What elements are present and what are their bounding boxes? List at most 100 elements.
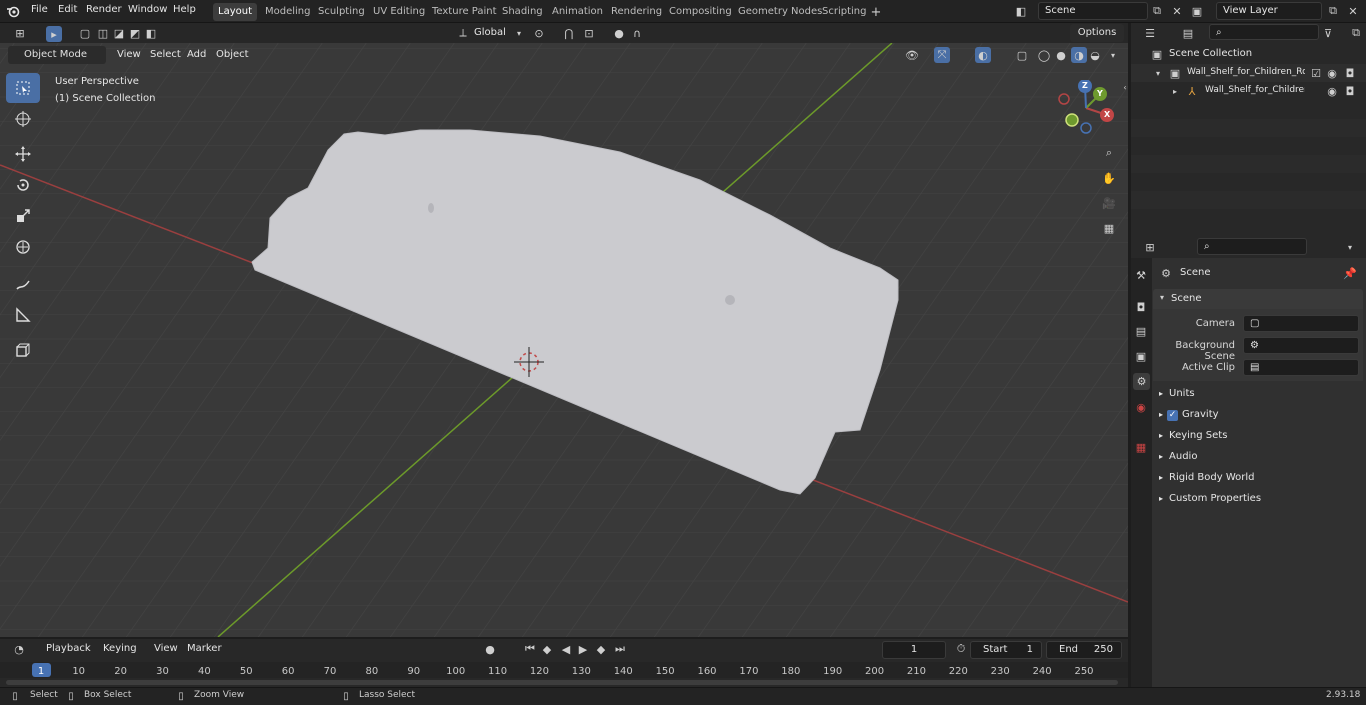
sidebar-toggle-icon[interactable]: ‹	[1118, 80, 1132, 94]
display-mode-icon[interactable]: ▤	[1181, 26, 1195, 40]
output-tab-icon[interactable]: ▤	[1134, 324, 1148, 338]
options-button[interactable]: Options	[1070, 24, 1124, 42]
visibility-icon[interactable]: 👁	[905, 48, 919, 62]
tab-layout[interactable]: Layout	[213, 3, 257, 21]
timeline-menu-playback[interactable]: Playback	[46, 643, 91, 654]
view-layer-icon[interactable]: ▣	[1190, 4, 1204, 18]
menu-file[interactable]: File	[31, 4, 48, 15]
editor-type-icon[interactable]: ⊞	[13, 26, 27, 40]
viewport-menu-select[interactable]: Select	[150, 49, 181, 60]
menu-window[interactable]: Window	[128, 4, 167, 15]
rotate-tool[interactable]	[6, 170, 40, 200]
tab-compositing[interactable]: Compositing	[664, 3, 737, 21]
transform-orientation-icon[interactable]: ⟂	[456, 26, 470, 40]
add-cube-tool[interactable]	[6, 335, 40, 365]
menu-render[interactable]: Render	[86, 4, 122, 15]
properties-options-icon[interactable]: ▾	[1343, 240, 1357, 254]
scene-panel-header[interactable]: ▾ Scene	[1153, 289, 1363, 309]
timeline-editor-type-icon[interactable]: ◔	[12, 642, 26, 656]
view-layer-field[interactable]: View Layer	[1216, 2, 1322, 20]
object-mode-dropdown[interactable]: Object Mode	[8, 46, 106, 64]
overlays-icon[interactable]: ◐	[975, 47, 991, 63]
zoom-icon[interactable]: ⌕	[1100, 144, 1118, 162]
menu-edit[interactable]: Edit	[58, 4, 77, 15]
tab-texture-paint[interactable]: Texture Paint	[427, 3, 502, 21]
render-tab-icon[interactable]: ◘	[1134, 300, 1148, 314]
blender-logo-icon[interactable]	[6, 4, 20, 18]
filter-icon[interactable]: ⊽	[1321, 26, 1335, 40]
mode-subtract-icon[interactable]: ◪	[112, 26, 126, 40]
pivot-point-icon[interactable]: ⊙	[532, 26, 546, 40]
select-box-tool[interactable]	[6, 73, 40, 103]
chevron-down-icon[interactable]: ▾	[512, 26, 526, 40]
navigation-gizmo[interactable]: X Y Z	[1058, 79, 1118, 140]
new-collection-icon[interactable]: ⧉	[1349, 26, 1363, 40]
pan-hand-icon[interactable]: ✋	[1100, 169, 1118, 187]
properties-search-input[interactable]: ⌕	[1197, 238, 1307, 255]
active-clip-field[interactable]: ▤	[1243, 359, 1359, 376]
texture-tab-icon[interactable]: ▦	[1134, 440, 1148, 454]
view-layer-tab-icon[interactable]: ▣	[1134, 349, 1148, 363]
scene-icon[interactable]: ◧	[1014, 4, 1028, 18]
xray-icon[interactable]: ▢	[1015, 48, 1029, 62]
tab-rendering[interactable]: Rendering	[606, 3, 667, 21]
background-scene-field[interactable]: ⚙	[1243, 337, 1359, 354]
new-scene-icon[interactable]: ⧉	[1150, 4, 1164, 18]
outliner-row-object[interactable]: ▸ ⅄ Wall_Shelf_for_Children_I ◉ ◘	[1131, 82, 1366, 100]
outliner-search-input[interactable]: ⌕	[1209, 24, 1319, 40]
outliner-row-scene-collection[interactable]: ▣ Scene Collection	[1131, 45, 1366, 63]
viewport-menu-view[interactable]: View	[117, 49, 141, 60]
jump-end-icon[interactable]: ⏭	[613, 642, 627, 656]
tab-scripting[interactable]: Scripting	[817, 3, 871, 21]
eye-icon[interactable]: ◉	[1325, 66, 1339, 80]
perspective-toggle-icon[interactable]: ▦	[1100, 219, 1118, 237]
stopwatch-icon[interactable]: ⏱	[954, 642, 968, 656]
audio-panel[interactable]: ▸ Audio	[1153, 447, 1363, 466]
jump-start-icon[interactable]: ⏮	[523, 642, 537, 656]
snap-target-icon[interactable]: ⊡	[582, 26, 596, 40]
camera-render-icon[interactable]: ◘	[1343, 66, 1357, 80]
tab-modeling[interactable]: Modeling	[260, 3, 316, 21]
delete-scene-icon[interactable]: ✕	[1170, 4, 1184, 18]
tab-uv-editing[interactable]: UV Editing	[368, 3, 430, 21]
tab-animation[interactable]: Animation	[547, 3, 608, 21]
camera-render-icon[interactable]: ◘	[1343, 84, 1357, 98]
timeline-menu-marker[interactable]: Marker	[187, 643, 222, 654]
play-reverse-icon[interactable]: ◀	[559, 642, 573, 656]
gravity-panel[interactable]: ▸ ✓ Gravity	[1153, 405, 1363, 424]
play-icon[interactable]: ▶	[576, 642, 590, 656]
camera-view-icon[interactable]: 🎥	[1100, 194, 1118, 212]
mode-intersect-icon[interactable]: ◧	[144, 26, 158, 40]
mode-new-icon[interactable]: ▢	[78, 26, 92, 40]
material-shading-icon[interactable]: ◑	[1071, 47, 1087, 63]
tab-sculpting[interactable]: Sculpting	[313, 3, 370, 21]
scale-tool[interactable]	[6, 201, 40, 231]
viewport-menu-object[interactable]: Object	[216, 49, 249, 60]
falloff-icon[interactable]: ∩	[630, 26, 644, 40]
start-frame-field[interactable]: Start 1	[970, 641, 1042, 659]
prev-keyframe-icon[interactable]: ◆	[540, 642, 554, 656]
properties-editor-type-icon[interactable]: ⊞	[1143, 240, 1157, 254]
solid-shading-icon[interactable]: ●	[1054, 48, 1068, 62]
move-tool[interactable]	[6, 139, 40, 169]
camera-field[interactable]: ▢	[1243, 315, 1359, 332]
mode-extend-icon[interactable]: ◫	[96, 26, 110, 40]
wireframe-shading-icon[interactable]: ◯	[1037, 48, 1051, 62]
annotate-tool[interactable]	[6, 269, 40, 299]
select-mode-icon[interactable]: ▸	[46, 26, 62, 42]
rendered-shading-icon[interactable]: ◒	[1088, 48, 1102, 62]
scene-tab-icon[interactable]: ⚙	[1133, 373, 1150, 390]
current-frame-field[interactable]: 1	[882, 641, 946, 659]
outliner-row-collection[interactable]: ▾ ▣ Wall_Shelf_for_Children_Roor ☑ ◉ ◘	[1131, 64, 1366, 82]
viewport-menu-add[interactable]: Add	[187, 49, 206, 60]
timeline-menu-view[interactable]: View	[154, 643, 178, 654]
delete-view-layer-icon[interactable]: ✕	[1346, 4, 1360, 18]
tool-tab-icon[interactable]: ⚒	[1134, 268, 1148, 282]
timeline-scrollbar[interactable]	[6, 680, 1118, 685]
scene-field[interactable]: Scene	[1038, 2, 1148, 20]
snap-icon[interactable]: ⋂	[562, 26, 576, 40]
custom-properties-panel[interactable]: ▸ Custom Properties	[1153, 489, 1363, 508]
tab-shading[interactable]: Shading	[497, 3, 548, 21]
add-workspace-icon[interactable]: +	[869, 5, 883, 20]
menu-help[interactable]: Help	[173, 4, 196, 15]
